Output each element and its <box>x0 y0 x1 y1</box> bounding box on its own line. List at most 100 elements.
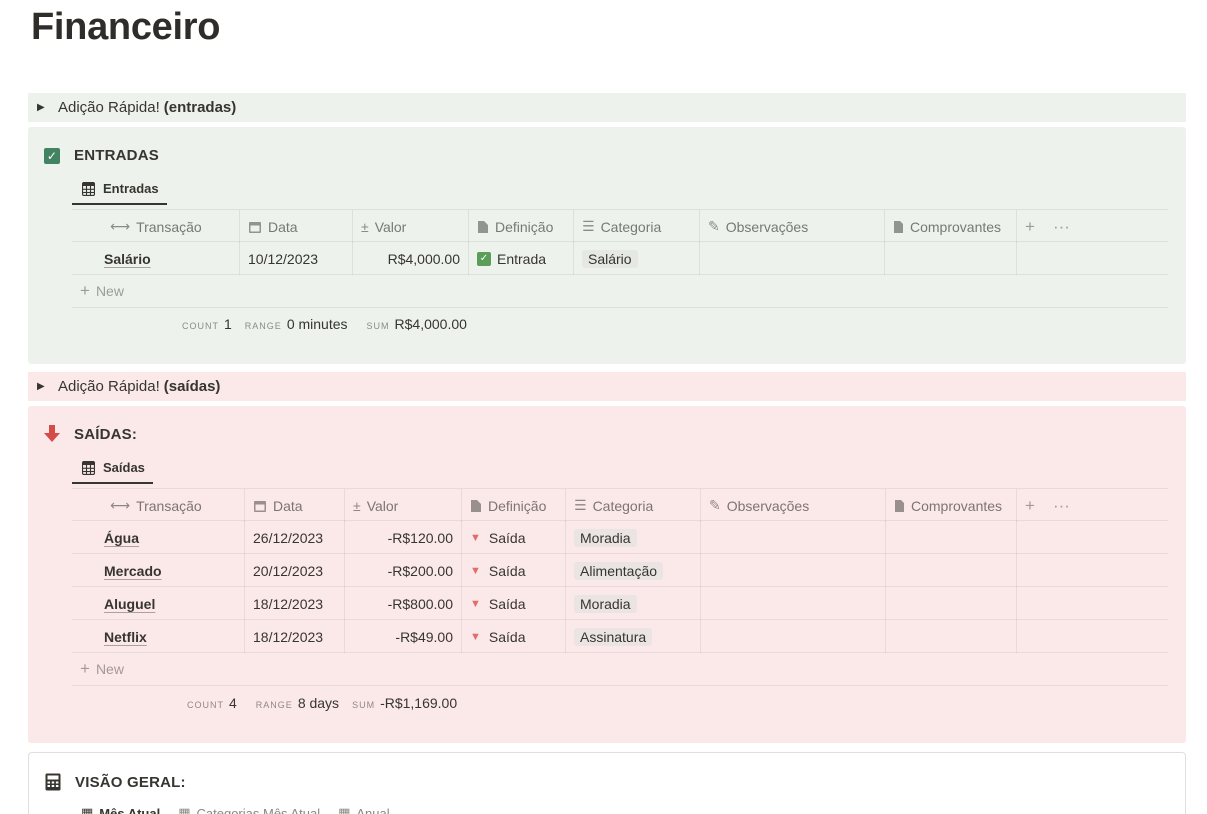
more-options-icon[interactable]: ··· <box>1053 496 1070 516</box>
cell-transacao[interactable]: Mercado <box>72 554 245 587</box>
table-row[interactable]: Netflix 18/12/2023 -R$49.00 ▼ Saída Assin… <box>72 620 1168 653</box>
col-valor[interactable]: ± Valor <box>353 210 469 243</box>
definicao-value: Saída <box>488 595 526 612</box>
col-definicao[interactable]: Definição <box>462 489 566 522</box>
cell-transacao[interactable]: Netflix <box>72 620 245 653</box>
cell-categoria[interactable]: Assinatura <box>566 620 701 653</box>
cell-valor[interactable]: -R$49.00 <box>345 620 462 653</box>
summary-sum[interactable]: SUM -R$1,169.00 <box>352 695 457 711</box>
definicao-value: Saída <box>488 562 526 579</box>
cell-comprovantes[interactable] <box>885 242 1017 275</box>
table-row[interactable]: Salário 10/12/2023 R$4,000.00 ✓ Entrada S… <box>72 242 1168 275</box>
cell-definicao[interactable]: ▼ Saída <box>462 554 566 587</box>
document-formula-icon <box>470 499 482 513</box>
tab-anual[interactable]: ▦ Anual <box>338 805 390 814</box>
cell-transacao[interactable]: Água <box>72 521 245 554</box>
cell-transacao[interactable]: Aluguel <box>72 587 245 620</box>
categoria-tag: Alimentação <box>574 561 664 580</box>
cell-comprovantes[interactable] <box>886 620 1017 653</box>
overview-callout: VISÃO GERAL: ▦ Mês Atual ▦ Categorias Mês … <box>28 752 1186 814</box>
checkbox-icon: ✓ <box>44 147 60 164</box>
cell-comprovantes[interactable] <box>886 554 1017 587</box>
cell-data[interactable]: 18/12/2023 <box>245 587 345 620</box>
col-data[interactable]: Data <box>245 489 345 522</box>
cell-data[interactable]: 18/12/2023 <box>245 620 345 653</box>
col-label: Data <box>273 497 303 514</box>
col-label: Comprovantes <box>911 497 1003 514</box>
col-comprovantes[interactable]: Comprovantes <box>885 210 1017 243</box>
cell-definicao[interactable]: ✓ Entrada <box>469 242 574 275</box>
col-label: Data <box>268 218 298 235</box>
cell-categoria[interactable]: Salário <box>574 242 700 275</box>
table-row[interactable]: Mercado 20/12/2023 -R$200.00 ▼ Saída Alim… <box>72 554 1168 587</box>
summary-sum-value: R$4,000.00 <box>394 316 467 332</box>
arrows-horizontal-icon: ⟷ <box>110 497 131 513</box>
col-categoria[interactable]: ☰ Categoria <box>566 489 701 522</box>
col-comprovantes[interactable]: Comprovantes <box>886 489 1017 522</box>
col-transacao[interactable]: ⟷ Transação <box>72 210 240 243</box>
cell-data[interactable]: 20/12/2023 <box>245 554 345 587</box>
cell-data[interactable]: 10/12/2023 <box>240 242 353 275</box>
document-formula-icon <box>477 220 489 234</box>
col-valor[interactable]: ± Valor <box>345 489 462 522</box>
cell-categoria[interactable]: Alimentação <box>566 554 701 587</box>
col-label: Transação <box>136 218 202 235</box>
definicao-value: Saída <box>488 628 526 645</box>
cell-valor[interactable]: -R$200.00 <box>345 554 462 587</box>
cell-empty <box>1017 587 1168 620</box>
col-data[interactable]: Data <box>240 210 353 243</box>
cell-definicao[interactable]: ▼ Saída <box>462 587 566 620</box>
cell-data[interactable]: 26/12/2023 <box>245 521 345 554</box>
new-row-button[interactable]: + New <box>72 275 1168 308</box>
cell-observacoes[interactable] <box>701 587 886 620</box>
cell-transacao[interactable]: Salário <box>72 242 240 275</box>
cell-valor[interactable]: -R$120.00 <box>345 521 462 554</box>
cell-valor[interactable]: R$4,000.00 <box>353 242 469 275</box>
quick-add-saidas-toggle[interactable]: ▶ Adição Rápida! (saídas) <box>28 372 1186 401</box>
quick-add-entradas-toggle[interactable]: ▶ Adição Rápida! (entradas) <box>28 93 1186 122</box>
summary-range-label: RANGE <box>255 700 293 710</box>
cell-definicao[interactable]: ▼ Saída <box>462 620 566 653</box>
cell-observacoes[interactable] <box>701 521 886 554</box>
col-observacoes[interactable]: ✎ Observações <box>701 489 886 522</box>
tab-label: Mês Atual <box>99 805 161 814</box>
cell-categoria[interactable]: Moradia <box>566 521 701 554</box>
tab-categorias-mes-atual[interactable]: ▦ Categorias Mês Atual <box>178 805 320 814</box>
add-column-icon[interactable]: + <box>1025 217 1035 237</box>
entradas-summary: COUNT 1 RANGE 0 minutes SUM R$4,000.00 <box>182 316 480 332</box>
table-icon: ▦ <box>338 805 351 814</box>
summary-sum-label: SUM <box>352 700 376 710</box>
view-tab-label: Saídas <box>103 460 145 475</box>
toggle-triangle-icon[interactable]: ▶ <box>37 381 49 392</box>
more-options-icon[interactable]: ··· <box>1053 217 1070 237</box>
cell-comprovantes[interactable] <box>886 521 1017 554</box>
add-column-icon[interactable]: + <box>1025 496 1035 516</box>
cell-observacoes[interactable] <box>701 620 886 653</box>
cell-categoria[interactable]: Moradia <box>566 587 701 620</box>
col-categoria[interactable]: ☰ Categoria <box>574 210 700 243</box>
cell-comprovantes[interactable] <box>886 587 1017 620</box>
cell-valor[interactable]: -R$800.00 <box>345 587 462 620</box>
cell-observacoes[interactable] <box>701 554 886 587</box>
tab-mes-atual[interactable]: ▦ Mês Atual <box>81 805 160 814</box>
new-label: New <box>95 283 124 299</box>
saidas-table: ⟷ Transação Data ± Valor Definição ☰ Catego… <box>72 488 1168 686</box>
toggle-label: Adição Rápida! <box>58 99 160 116</box>
view-tab-saidas[interactable]: Saídas <box>72 453 153 484</box>
summary-range[interactable]: RANGE 0 minutes <box>245 316 348 332</box>
cell-observacoes[interactable] <box>700 242 885 275</box>
definicao-value: Saída <box>488 529 526 546</box>
toggle-triangle-icon[interactable]: ▶ <box>37 102 49 113</box>
summary-count[interactable]: COUNT 4 <box>187 695 237 711</box>
new-row-button[interactable]: + New <box>72 653 1168 686</box>
summary-count[interactable]: COUNT 1 <box>182 316 232 332</box>
col-definicao[interactable]: Definição <box>469 210 574 243</box>
table-row[interactable]: Água 26/12/2023 -R$120.00 ▼ Saída Moradia <box>72 521 1168 554</box>
summary-sum[interactable]: SUM R$4,000.00 <box>367 316 467 332</box>
summary-range[interactable]: RANGE 8 days <box>256 695 339 711</box>
view-tab-entradas[interactable]: Entradas <box>72 174 167 205</box>
cell-definicao[interactable]: ▼ Saída <box>462 521 566 554</box>
col-observacoes[interactable]: ✎ Observações <box>700 210 885 243</box>
table-row[interactable]: Aluguel 18/12/2023 -R$800.00 ▼ Saída Mora… <box>72 587 1168 620</box>
col-transacao[interactable]: ⟷ Transação <box>72 489 245 522</box>
